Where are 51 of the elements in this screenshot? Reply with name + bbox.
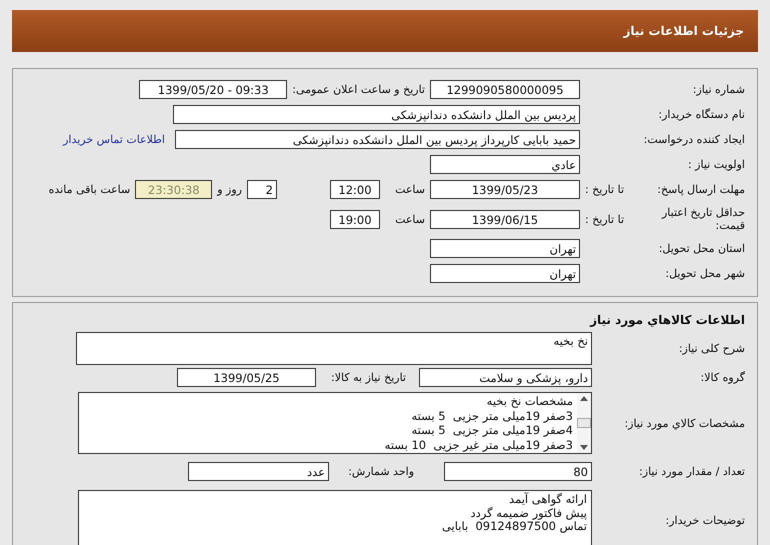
field-label: حداقل تاریخ اعتبار قیمت: xyxy=(660,206,745,232)
buyer-org-field[interactable]: پردیس بین الملل دانشکده دندانپزشکی xyxy=(173,105,580,124)
field-label: گروه کالا: xyxy=(700,371,745,384)
time-field[interactable]: 19:00 xyxy=(330,210,380,228)
field-label: ساعت xyxy=(394,212,425,226)
description-field[interactable]: نخ بخیه xyxy=(76,332,592,364)
field-label: ساعت xyxy=(394,183,425,196)
specs-listbox[interactable]: مشخصات نخ بخیه 3صفر 19میلی متر جزیی 5 بسته 4صفر 19میلی متر جزیی 5 بسته 3صفر 19میلی متر غیر جزیی 10 بسته xyxy=(78,392,592,454)
field-label: ساعت باقی مانده xyxy=(48,183,130,196)
page-title: جزئیات اطلاعات نیاز xyxy=(623,24,744,38)
spec-line: 3صفر 19میلی متر جزیی 5 بسته xyxy=(410,408,573,423)
field-label: تا تاریخ : xyxy=(585,183,624,196)
contact-link[interactable]: اطلاعات تماس خریدار xyxy=(63,133,165,146)
field-label: ایجاد کننده درخواست: xyxy=(642,133,745,146)
time-field[interactable]: 12:00 xyxy=(330,180,380,199)
field-label: شهر محل تحویل: xyxy=(664,267,745,280)
city-field[interactable]: تهران xyxy=(430,264,580,283)
spec-line: مشخصات نخ بخیه xyxy=(486,394,573,408)
province-field[interactable]: تهران xyxy=(430,239,580,258)
field-label: واحد شمارش: xyxy=(347,464,414,478)
field-label: نام دستگاه خریدار: xyxy=(657,108,745,121)
field-label: مشخصات كالاي مورد نياز: xyxy=(623,416,745,430)
spec-line: 4صفر 19میلی متر جزیی 5 بسته xyxy=(410,423,573,438)
field-label: تا تاریخ : xyxy=(585,212,624,226)
spec-line: 3صفر 19میلی متر غیر جزیی 10 بسته xyxy=(384,438,573,452)
days-field[interactable]: 2 xyxy=(247,180,277,199)
need-date-field[interactable]: 1399/05/25 xyxy=(177,368,316,387)
field-label: روز و xyxy=(217,183,242,196)
announce-date-field[interactable]: 1399/05/20 - 09:33 xyxy=(139,80,288,99)
goods-group-field[interactable]: دارو، پزشکی و سلامت xyxy=(419,368,592,387)
scroll-down-icon[interactable] xyxy=(580,445,588,450)
field-label: تعداد / مقدار مورد نیاز: xyxy=(638,464,745,478)
need-number-field[interactable]: 1299090580000095 xyxy=(430,80,580,99)
field-label: تاریخ نیاز به کالا: xyxy=(330,371,406,384)
priority-field[interactable]: عادي xyxy=(430,155,580,174)
buyer-notes-field[interactable]: ارائه گواهی آیمد پیش فاکتور ضمیمه گردد تماس 09124897500 بابایی xyxy=(78,490,592,545)
field-label: استان محل تحویل: xyxy=(658,242,745,255)
scrollbar[interactable] xyxy=(577,393,591,453)
section-title: اطلاعات كالاهاي مورد نياز xyxy=(590,313,745,327)
date-field[interactable]: 1399/05/23 xyxy=(430,180,580,199)
unit-field[interactable]: عدد xyxy=(188,462,329,480)
field-label: مهلت ارسال پاسخ: xyxy=(656,183,745,196)
field-label: شماره نیاز: xyxy=(692,83,745,96)
date-field[interactable]: 1399/06/15 xyxy=(430,210,580,228)
field-label: اولویت نیاز : xyxy=(686,158,745,171)
field-label: تاریخ و ساعت اعلان عمومی: xyxy=(292,83,425,96)
requester-field[interactable]: حمید بابایی کارپرداز پردیس بین الملل دانشکده دندانپزشکی xyxy=(175,130,580,149)
quantity-field[interactable]: 80 xyxy=(444,462,592,480)
scroll-up-icon[interactable] xyxy=(580,396,588,401)
field-label: توضیحات خریدار: xyxy=(664,514,745,526)
field-label: شرح کلی نیاز: xyxy=(678,342,745,354)
